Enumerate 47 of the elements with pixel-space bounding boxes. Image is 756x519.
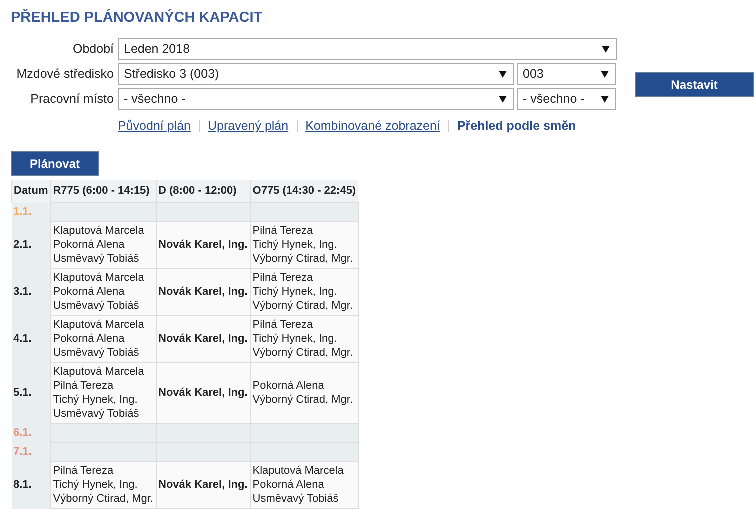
caret-icon — [602, 46, 610, 52]
table-cell: Klaputová Marcela Pokorná Alena Usměvavý Tobiáš — [250, 462, 358, 508]
dropdown[interactable]: - všechno - — [118, 88, 514, 110]
table-cell: Klaputová Marcela Pokorná Alena Usměvavý Tobiáš — [50, 268, 156, 316]
page-title: PŘEHLED PLÁNOVANÝCH KAPACIT — [11, 10, 264, 26]
table-cell: Pilná Tereza Tichý Hynek, Ing. Výborný Ctirad, Mgr. — [250, 268, 358, 316]
field-label: Mzdové středisko — [16, 67, 114, 81]
table-cell: Klaputová Marcela Pokorná Alena Usměvavý Tobiáš — [50, 316, 156, 362]
caret-icon — [499, 70, 507, 78]
field-label: Období — [72, 42, 114, 56]
table-cell: Pokorná Alena Výborný Ctirad, Mgr. — [250, 362, 358, 424]
apply-button[interactable]: Nastavit — [635, 72, 754, 97]
dropdown[interactable]: Leden 2018 — [118, 38, 617, 60]
view-link[interactable]: Přehled podle směn — [457, 119, 576, 133]
column-header: Datum — [12, 180, 51, 202]
column-header: D (8:00 - 12:00) — [156, 180, 250, 202]
column-header: R775 (6:00 - 14:15) — [50, 180, 156, 202]
date-cell: 5.1. — [12, 362, 51, 424]
table-cell: Pilná Tereza Tichý Hynek, Ing. Výborný Ctirad, Mgr. — [250, 222, 358, 268]
field-label: Pracovní místo — [30, 92, 114, 106]
dropdown[interactable]: Středisko 3 (003) — [118, 63, 514, 85]
view-link[interactable]: Původní plán — [118, 119, 191, 133]
table-cell: Novák Karel, Ing. — [156, 462, 250, 508]
date-cell: 8.1. — [12, 462, 51, 508]
table-cell: Pilná Tereza Tichý Hynek, Ing. Výborný Ctirad, Mgr. — [250, 316, 358, 362]
table-cell: Novák Karel, Ing. — [156, 222, 250, 268]
plan-button[interactable]: Plánovat — [11, 151, 99, 176]
dropdown[interactable]: 003 — [517, 63, 616, 85]
date-cell: 6.1. — [12, 424, 51, 442]
table-cell: Klaputová Marcela Pilná Tereza Tichý Hynek, Ing. Usměvavý Tobiáš — [50, 362, 156, 424]
table-cell: Klaputová Marcela Pokorná Alena Usměvavý Tobiáš — [50, 222, 156, 268]
date-cell: 7.1. — [12, 442, 51, 462]
dropdown[interactable]: - všechno - — [517, 88, 616, 110]
date-cell: 4.1. — [12, 316, 51, 362]
date-cell: 1.1. — [12, 202, 51, 222]
view-link[interactable]: Upravený plán — [208, 119, 289, 133]
table-cell: Pilná Tereza Tichý Hynek, Ing. Výborný Ctirad, Mgr. — [50, 462, 156, 508]
date-cell: 3.1. — [12, 268, 51, 316]
caret-icon — [499, 96, 507, 102]
view-link[interactable]: Kombinované zobrazení — [306, 119, 440, 133]
caret-icon — [601, 70, 609, 78]
caret-icon — [601, 96, 609, 102]
column-header: O775 (14:30 - 22:45) — [250, 180, 358, 202]
table-cell: Novák Karel, Ing. — [156, 268, 250, 316]
table-cell: Novák Karel, Ing. — [156, 316, 250, 362]
date-cell: 2.1. — [12, 222, 51, 268]
table-cell: Novák Karel, Ing. — [156, 362, 250, 424]
